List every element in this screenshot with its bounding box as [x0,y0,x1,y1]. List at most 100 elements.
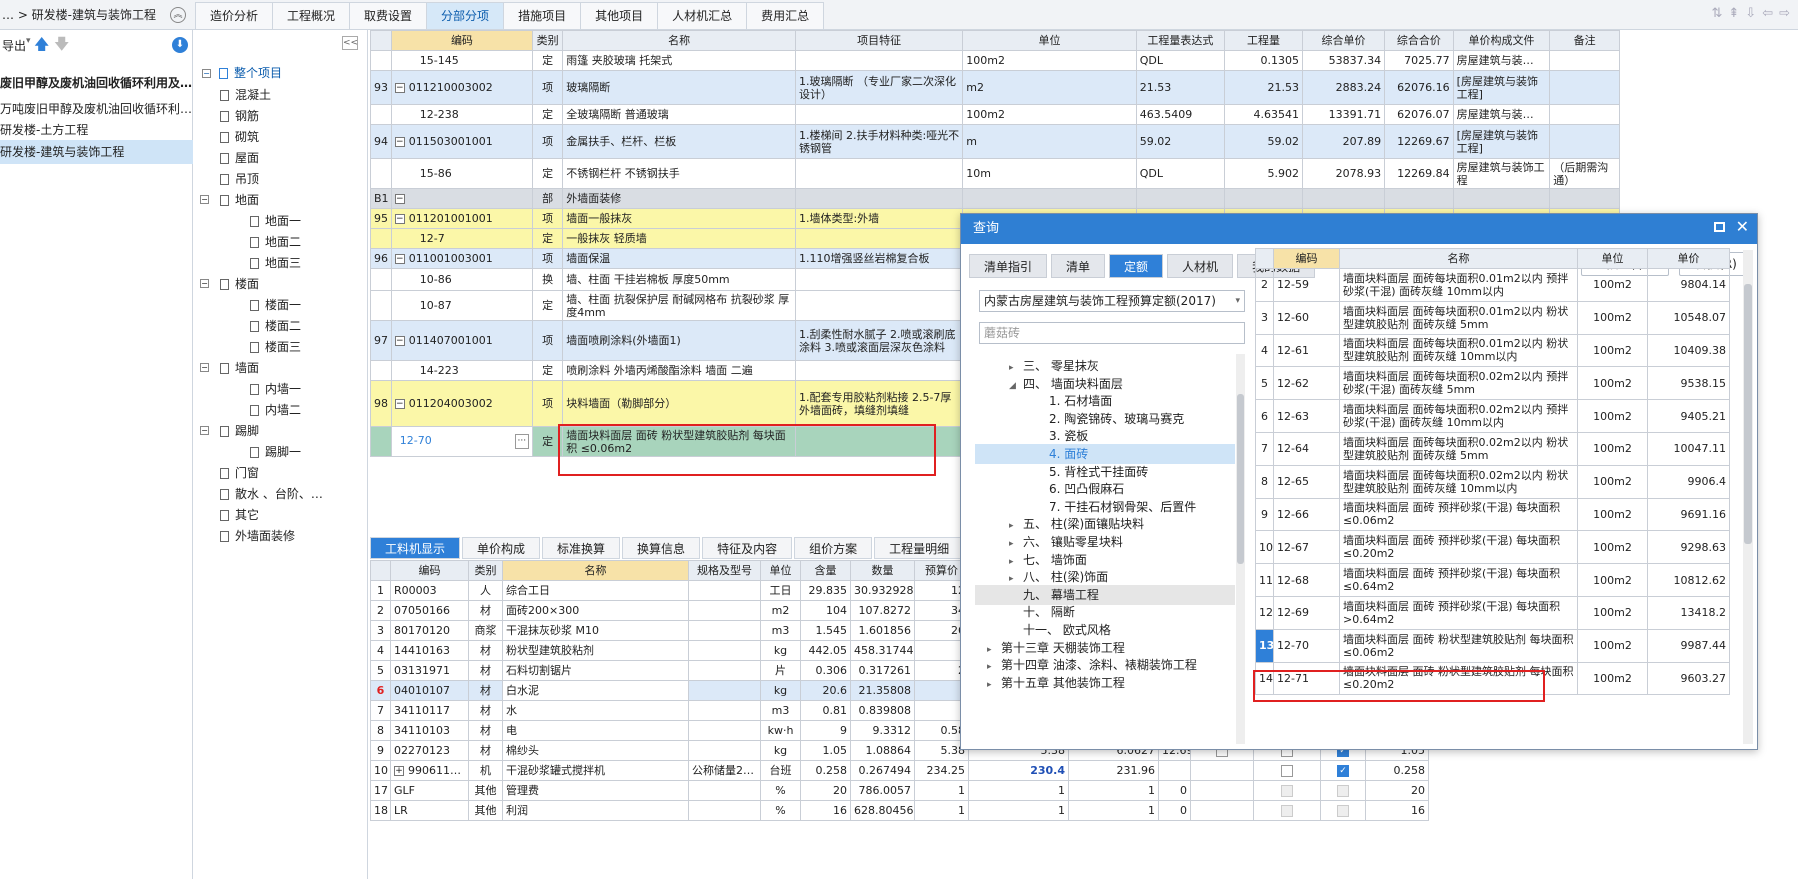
cell-type[interactable]: 换 [532,268,564,291]
cell-unit[interactable]: 100m2 [1577,595,1648,630]
cell-name[interactable]: 墙面块料面层 面砖每块面积0.02m2以内 预拌砂浆(干混) 面砖灰缝 5mm [1339,366,1578,401]
collapse-icon[interactable]: − [200,279,209,288]
column-header[interactable]: 类别 [532,30,564,51]
cell-p[interactable]: 234.25 [914,760,969,781]
project-item[interactable]: 研发楼-建筑与装饰工程 [0,140,193,164]
checkbox[interactable] [1281,805,1293,817]
cell-feature[interactable]: 1.110增强竖丝岩棉复合板 [794,248,964,269]
cell-feature[interactable]: 1.墙体类型:外墙 [794,208,964,229]
tree-node[interactable]: 屋面 [220,147,259,169]
cell-price[interactable]: 9804.14 [1647,268,1730,302]
cell-unit[interactable]: 100m2 [1577,661,1648,696]
cell-qty[interactable]: 786.0057 [850,780,915,801]
cell-unit[interactable]: kg [760,640,801,661]
cell-feature[interactable] [794,228,964,249]
cell-name[interactable]: 一般抹灰 轻质墙 [562,228,796,249]
cell-p[interactable]: 1 [914,780,969,801]
table-scroll-thumb[interactable] [1744,284,1752,544]
cell-name[interactable]: 白水泥 [502,680,689,701]
move-up-icon[interactable]: 🡅 [34,34,49,59]
cell-content[interactable]: 20.6 [800,680,851,701]
cell-name[interactable]: 墙面喷刷涂料(外墙面1) [562,320,796,361]
cell-k1[interactable] [1190,780,1254,801]
main-tab[interactable]: 人材机汇总 [657,2,748,29]
tree-root[interactable]: − 整个项目 [202,62,282,84]
cell-total[interactable]: 62076.16 [1384,70,1454,105]
cell-unit[interactable]: 100m2 [1577,497,1648,532]
cell-content[interactable]: 442.05 [800,640,851,661]
collapse-icon[interactable]: − [202,69,211,78]
arrow-right-icon[interactable]: ⇨ [1779,6,1790,21]
column-header[interactable]: 名称 [1339,248,1578,269]
cell-type[interactable]: 项 [532,248,564,269]
arrow-left-icon[interactable]: ⇦ [1762,6,1773,21]
cell-name[interactable]: 墙、柱面 干挂岩棉板 厚度50mm [562,268,796,291]
tree-node[interactable]: 楼面一 [250,294,301,316]
cell-last[interactable]: 16 [1365,800,1429,821]
cell-code[interactable]: 34110117 [390,700,469,721]
cell-code[interactable]: 12-61 [1273,333,1340,368]
cell-type[interactable]: 材 [468,660,503,681]
cell-unit[interactable]: m3 [760,620,801,641]
cell-code[interactable]: 12-62 [1273,366,1340,401]
cell-code[interactable]: 12-68 [1273,563,1340,597]
cell-c2[interactable]: 1 [1068,780,1159,801]
cell-code[interactable]: − [390,188,534,209]
cell-feature[interactable]: 1.玻璃隔断 （专业厂家二次深化设计） [794,70,964,105]
cell-unit[interactable]: 工日 [760,580,801,601]
cell-unit[interactable]: kg [760,740,801,761]
cell-note[interactable] [1549,124,1620,159]
collapse-icon[interactable]: ︽ [170,7,186,23]
cell-name[interactable]: 粉状型建筑胶粘剂 [502,640,689,661]
cell-qty[interactable]: 59.02 [1224,124,1303,159]
cell-name[interactable]: 电 [502,720,689,741]
cell-type[interactable]: 其他 [468,780,503,801]
cell-price[interactable]: 2078.93 [1301,158,1386,189]
table-row[interactable]: 12-238 定全玻璃隔断 普通玻璃 100m2 463.5409 4.63541 133… [370,104,1620,125]
cell-spec[interactable]: 公称储量2… [688,760,761,781]
cell-type[interactable]: 定 [532,50,564,71]
checkbox[interactable] [1281,785,1293,797]
cell-total[interactable]: 7025.77 [1384,50,1454,71]
cell-type[interactable]: 材 [468,680,503,701]
checkbox[interactable] [1281,765,1293,777]
column-header[interactable]: 项目特征 [794,30,964,51]
close-icon[interactable]: ✕ [1736,217,1749,236]
checkbox[interactable]: ✓ [1337,765,1349,777]
cell-name[interactable]: 块料墙面（勒脚部分） [562,380,796,427]
cell-price[interactable]: 53837.34 [1301,50,1386,71]
tree-node[interactable]: 钢筋 [220,105,259,127]
cell-name[interactable]: 利润 [502,800,689,821]
dialog-tab[interactable]: 清单 [1051,254,1106,278]
cell-spec[interactable] [688,580,761,601]
table-row[interactable]: 12 12-69 墙面块料面层 面砖 预拌砂浆(干混) 每块面积 >0.64m2 10… [1255,595,1730,630]
cell-qty[interactable]: 628.80456 [850,800,915,821]
column-header[interactable]: 单价构成文件 [1452,30,1551,51]
cell-code[interactable]: 15-145 [390,50,534,71]
table-row[interactable]: 18 LR 其他 利润% 16 628.80456 1 1 1 0 16 [370,800,1429,821]
cell-price[interactable]: 9405.21 [1647,399,1730,433]
cell-c1[interactable]: 230.4 [968,760,1069,781]
cell-name[interactable]: 墙面块料面层 面砖每块面积0.01m2以内 粉状型建筑胶贴剂 面砖灰缝 5mm [1339,300,1578,335]
cell-content[interactable]: 16 [800,800,851,821]
collapse-icon[interactable]: − [200,426,209,435]
cell-feature[interactable] [794,188,964,209]
cell-code[interactable]: 12-59 [1273,268,1340,302]
cell-name[interactable]: 墙面块料面层 面砖 预拌砂浆(干混) 每块面积 ≤0.06m2 [1339,497,1578,532]
move-down-icon[interactable]: 🡇 [54,34,69,59]
cell-content[interactable]: 104 [800,600,851,621]
cell-type[interactable]: 定 [532,360,564,381]
cell-code[interactable]: 12-66 [1273,497,1340,532]
cell-expr[interactable]: QDL [1135,50,1226,71]
cell-total[interactable]: 12269.84 [1384,158,1454,189]
tree-node[interactable]: − 楼面 [200,273,259,295]
cell-code[interactable]: +990611… [390,760,469,781]
cell-unit[interactable]: 100m2 [1577,563,1648,597]
cell-unit[interactable]: m [962,124,1137,159]
cell-c3[interactable] [1158,760,1191,781]
table-row[interactable]: 13 12-70 墙面块料面层 面砖 粉状型建筑胶贴剂 每块面积 ≤0.06m2 10… [1255,628,1730,663]
cell-qty[interactable]: 0.317261 [850,660,915,681]
cell-qty[interactable]: 0.839808 [850,700,915,721]
cell-file[interactable]: 房屋建筑与装… [1452,50,1551,71]
cell-k3[interactable]: ✓ [1320,760,1366,781]
